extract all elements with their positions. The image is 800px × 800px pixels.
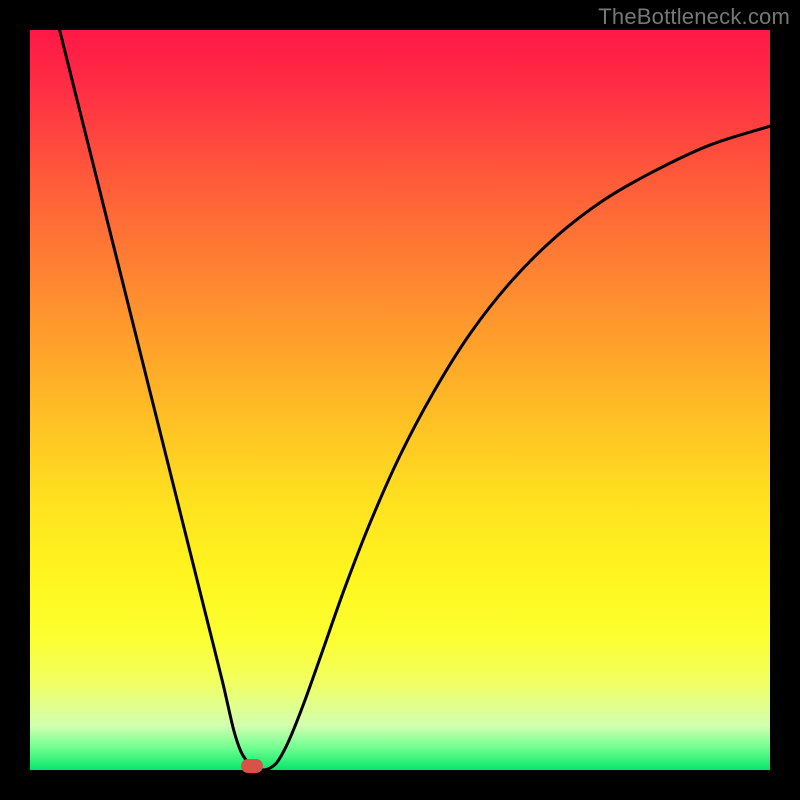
- attribution-label: TheBottleneck.com: [598, 4, 790, 30]
- optimum-marker: [241, 759, 263, 773]
- bottleneck-curve: [30, 30, 770, 770]
- plot-area: [30, 30, 770, 770]
- chart-frame: TheBottleneck.com: [0, 0, 800, 800]
